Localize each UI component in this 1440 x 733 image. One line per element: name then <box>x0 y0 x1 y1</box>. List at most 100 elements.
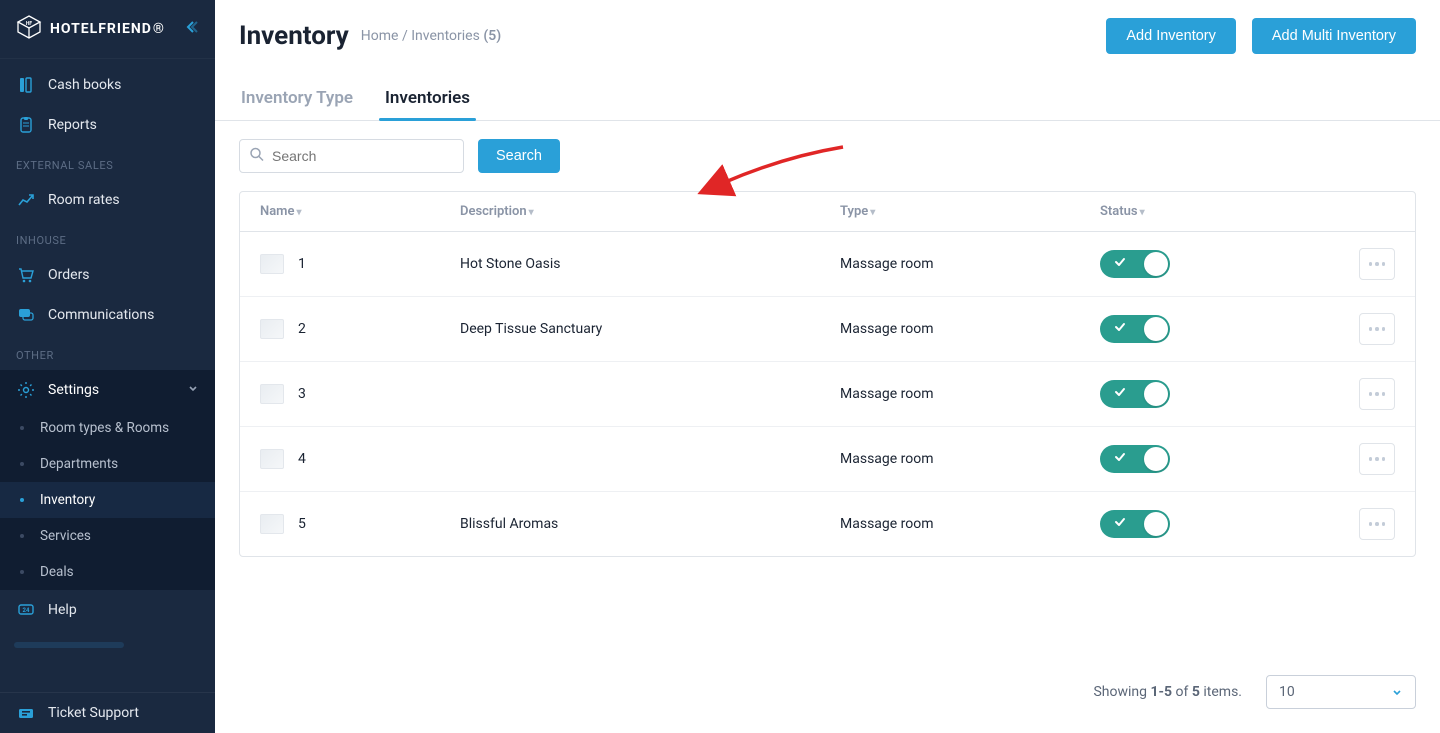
cell-name: 5 <box>298 516 306 532</box>
status-toggle[interactable] <box>1100 510 1170 538</box>
sidebar-item-label: Communications <box>48 307 154 323</box>
nav: Cash books Reports EXTERNAL SALES Room r… <box>0 59 215 692</box>
cell-type: Massage room <box>820 232 1080 297</box>
nav-section-external-sales: EXTERNAL SALES <box>0 145 215 180</box>
sidebar-sub-departments[interactable]: Departments <box>0 446 215 482</box>
brand-name: HOTELFRIEND <box>50 21 152 37</box>
tabs: Inventory Type Inventories <box>215 64 1440 121</box>
communications-icon <box>16 305 36 325</box>
sidebar-item-room-rates[interactable]: Room rates <box>0 180 215 220</box>
sidebar-item-label: Ticket Support <box>48 705 139 721</box>
sidebar-item-settings[interactable]: Settings <box>0 370 215 410</box>
logo-row: HF HOTELFRIEND® <box>0 0 215 59</box>
sidebar-item-ticket-support[interactable]: Ticket Support <box>0 693 215 733</box>
cell-type: Massage room <box>820 427 1080 492</box>
add-multi-inventory-button[interactable]: Add Multi Inventory <box>1252 18 1416 54</box>
toolbar: Search <box>215 121 1440 191</box>
table-row[interactable]: 3 Massage room <box>240 362 1415 427</box>
sidebar-item-reports[interactable]: Reports <box>0 105 215 145</box>
cell-type: Massage room <box>820 297 1080 362</box>
breadcrumb-current: Inventories <box>411 28 480 44</box>
sidebar-item-cash-books[interactable]: Cash books <box>0 65 215 105</box>
col-type[interactable]: Type▾ <box>820 192 1080 232</box>
row-actions-button[interactable] <box>1359 443 1395 475</box>
cell-type: Massage room <box>820 362 1080 427</box>
sidebar-item-help[interactable]: 24 Help <box>0 590 215 630</box>
sidebar-sub-services[interactable]: Services <box>0 518 215 554</box>
page-header: Inventory Home / Inventories (5) Add Inv… <box>215 0 1440 64</box>
breadcrumb-count: (5) <box>483 28 501 44</box>
pagination-summary: Showing 1-5 of 5 items. <box>1093 684 1242 700</box>
sidebar-footer: Ticket Support <box>0 692 215 733</box>
sidebar-item-label: Orders <box>48 267 90 283</box>
cell-description: Hot Stone Oasis <box>440 232 820 297</box>
status-toggle[interactable] <box>1100 445 1170 473</box>
table-row[interactable]: 4 Massage room <box>240 427 1415 492</box>
pagination-footer: Showing 1-5 of 5 items. 10 <box>215 647 1440 733</box>
table-row[interactable]: 1 Hot Stone Oasis Massage room <box>240 232 1415 297</box>
status-toggle[interactable] <box>1100 315 1170 343</box>
sidebar-item-label: Room rates <box>48 192 120 208</box>
cell-description: Deep Tissue Sanctuary <box>440 297 820 362</box>
add-inventory-button[interactable]: Add Inventory <box>1106 18 1235 54</box>
status-toggle[interactable] <box>1100 250 1170 278</box>
orders-icon <box>16 265 36 285</box>
tab-inventories[interactable]: Inventories <box>383 82 472 120</box>
row-actions-button[interactable] <box>1359 313 1395 345</box>
breadcrumb: Home / Inventories (5) <box>361 28 501 44</box>
status-toggle[interactable] <box>1100 380 1170 408</box>
sidebar-item-label: Cash books <box>48 77 121 93</box>
sidebar: HF HOTELFRIEND® Cash books Reports EXTER… <box>0 0 215 733</box>
sidebar-item-orders[interactable]: Orders <box>0 255 215 295</box>
cell-description <box>440 427 820 492</box>
gear-icon <box>16 380 36 400</box>
sidebar-sub-room-types[interactable]: Room types & Rooms <box>0 410 215 446</box>
per-page-select[interactable]: 10 <box>1266 675 1416 709</box>
help-icon: 24 <box>16 600 36 620</box>
row-actions-button[interactable] <box>1359 378 1395 410</box>
check-icon <box>1113 385 1127 403</box>
col-description[interactable]: Description▾ <box>440 192 820 232</box>
cell-name: 4 <box>298 451 306 467</box>
thumbnail-icon <box>260 384 284 404</box>
sidebar-item-communications[interactable]: Communications <box>0 295 215 335</box>
thumbnail-icon <box>260 319 284 339</box>
tab-inventory-type[interactable]: Inventory Type <box>239 82 355 120</box>
col-status[interactable]: Status▾ <box>1080 192 1280 232</box>
room-rates-icon <box>16 190 36 210</box>
cashbook-icon <box>16 75 36 95</box>
sidebar-sub-inventory[interactable]: Inventory <box>0 482 215 518</box>
cell-name: 3 <box>298 386 306 402</box>
collapse-sidebar-button[interactable] <box>183 19 199 39</box>
progress-bar <box>14 642 124 648</box>
col-name[interactable]: Name▾ <box>240 192 440 232</box>
search-button[interactable]: Search <box>478 139 560 173</box>
sidebar-sub-deals[interactable]: Deals <box>0 554 215 590</box>
inventory-table: Name▾ Description▾ Type▾ Status▾ 1 Hot S… <box>239 191 1416 557</box>
main: Inventory Home / Inventories (5) Add Inv… <box>215 0 1440 733</box>
sidebar-item-label: Help <box>48 602 77 618</box>
cell-type: Massage room <box>820 492 1080 557</box>
search-icon <box>249 147 264 166</box>
nav-section-inhouse: INHOUSE <box>0 220 215 255</box>
thumbnail-icon <box>260 449 284 469</box>
sidebar-item-label: Settings <box>48 382 99 398</box>
check-icon <box>1113 450 1127 468</box>
cell-description <box>440 362 820 427</box>
check-icon <box>1113 515 1127 533</box>
nav-section-other: OTHER <box>0 335 215 370</box>
table-row[interactable]: 5 Blissful Aromas Massage room <box>240 492 1415 557</box>
search-input[interactable] <box>239 139 464 173</box>
table-row[interactable]: 2 Deep Tissue Sanctuary Massage room <box>240 297 1415 362</box>
cell-description: Blissful Aromas <box>440 492 820 557</box>
row-actions-button[interactable] <box>1359 248 1395 280</box>
search-input-wrap <box>239 139 464 173</box>
ticket-support-icon <box>16 703 36 723</box>
svg-text:24: 24 <box>23 607 30 614</box>
check-icon <box>1113 255 1127 273</box>
sidebar-item-label: Reports <box>48 117 97 133</box>
reports-icon <box>16 115 36 135</box>
breadcrumb-home[interactable]: Home <box>361 28 399 44</box>
check-icon <box>1113 320 1127 338</box>
row-actions-button[interactable] <box>1359 508 1395 540</box>
